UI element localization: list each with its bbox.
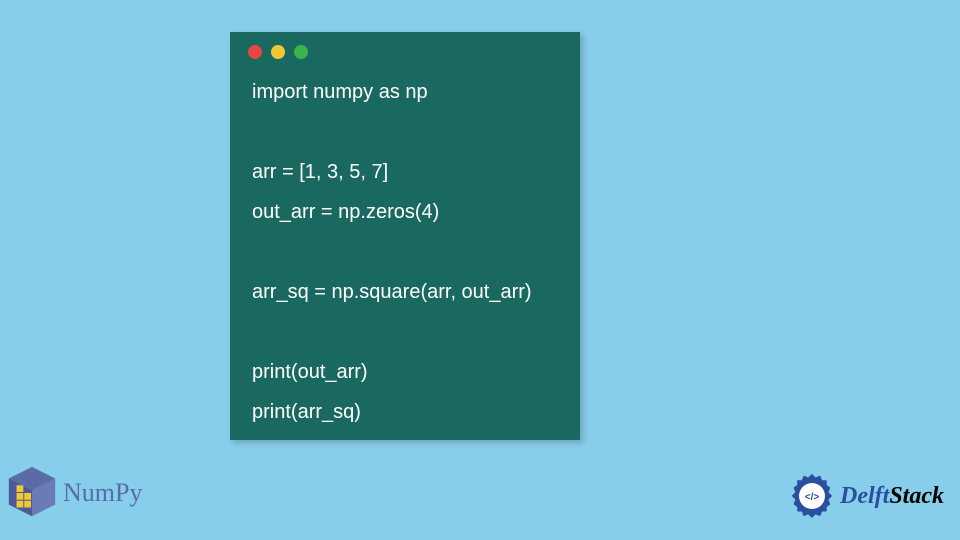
code-line: out_arr = np.zeros(4) <box>252 201 439 223</box>
code-window: import numpy as np arr = [1, 3, 5, 7] ou… <box>230 32 580 440</box>
numpy-cube-icon <box>3 464 61 522</box>
maximize-icon <box>294 45 308 59</box>
code-line: import numpy as np <box>252 81 428 103</box>
numpy-logo: NumPy <box>3 464 142 522</box>
window-titlebar <box>230 32 580 72</box>
minimize-icon <box>271 45 285 59</box>
code-line: print(arr_sq) <box>252 401 361 423</box>
close-icon <box>248 45 262 59</box>
code-body: import numpy as np arr = [1, 3, 5, 7] ou… <box>230 72 580 432</box>
code-line: arr_sq = np.square(arr, out_arr) <box>252 281 532 303</box>
delftstack-logo: </> DelftStack <box>788 472 944 520</box>
numpy-label: NumPy <box>63 478 142 508</box>
delftstack-label: DelftStack <box>840 483 944 510</box>
delftstack-gear-icon: </> <box>788 472 836 520</box>
code-line: arr = [1, 3, 5, 7] <box>252 161 388 183</box>
code-line: print(out_arr) <box>252 361 368 383</box>
svg-text:</>: </> <box>805 492 820 503</box>
